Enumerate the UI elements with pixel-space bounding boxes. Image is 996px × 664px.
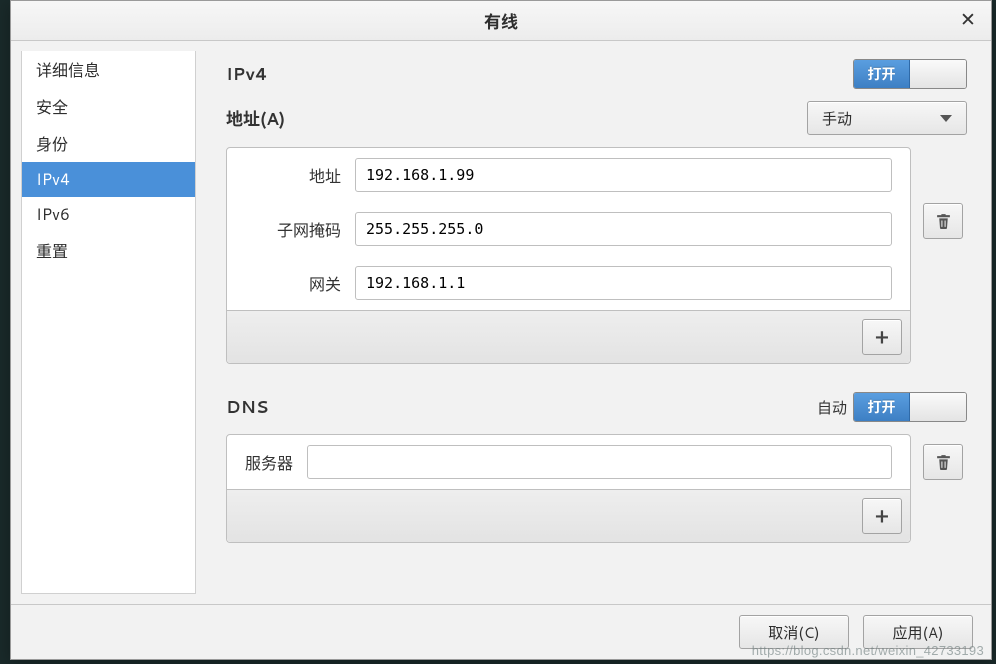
address-field-row: 地址 [227,148,910,202]
ipv4-toggle[interactable]: 打开 [853,59,967,89]
main-panel: IPv4 打开 地址(A) 手动 [196,41,991,604]
dns-toggle[interactable]: 打开 [853,392,967,422]
plus-icon: + [875,323,889,351]
netmask-input[interactable] [355,212,892,246]
sidebar-item-identity[interactable]: 身份 [22,125,195,162]
dns-server-label: 服务器 [245,450,293,475]
gateway-label: 网关 [245,271,341,296]
plus-icon: + [875,502,889,530]
dns-toggle-off-side [910,393,966,421]
close-icon[interactable]: ✕ [957,9,979,31]
sidebar-item-security[interactable]: 安全 [22,88,195,125]
titlebar: 有线 ✕ [11,1,991,41]
address-input[interactable] [355,158,892,192]
sidebar-item-ipv4[interactable]: IPv4 [22,162,195,197]
dns-heading: DNS [226,395,268,419]
sidebar-item-details[interactable]: 详细信息 [22,51,195,88]
netmask-field-row: 子网掩码 [227,202,910,256]
gateway-input[interactable] [355,266,892,300]
sidebar-item-reset[interactable]: 重置 [22,232,195,269]
ipv4-header-row: IPv4 打开 [226,59,967,89]
ipv4-heading: IPv4 [226,62,268,86]
dns-auto-label: 自动 [817,397,847,418]
address-mode-row: 地址(A) 手动 [226,101,967,135]
dns-card-footer: + [227,489,910,542]
delete-dns-button[interactable] [923,444,963,480]
sidebar: 详细信息 安全 身份 IPv4 IPv6 重置 [21,51,196,594]
dns-toggle-on-label: 打开 [854,393,910,421]
address-mode-value: 手动 [822,108,852,129]
gateway-field-row: 网关 [227,256,910,310]
trash-icon [935,213,952,230]
delete-address-button[interactable] [923,203,963,239]
dns-header-row: DNS 自动 打开 [226,392,967,422]
add-dns-button[interactable]: + [862,498,902,534]
window-title: 有线 [484,8,518,34]
ipv4-toggle-off-side [910,60,966,88]
dns-card: 服务器 + [226,434,911,543]
watermark-text: https://blog.csdn.net/weixin_42733193 [752,643,984,658]
chevron-down-icon [940,115,952,122]
dns-server-input[interactable] [307,445,892,479]
address-label: 地址 [245,163,341,188]
address-section-label: 地址(A) [226,105,285,131]
trash-icon [935,454,952,471]
window-content: 详细信息 安全 身份 IPv4 IPv6 重置 IPv4 打开 [11,41,991,604]
dns-server-row: 服务器 [227,435,910,489]
ipv4-toggle-on-label: 打开 [854,60,910,88]
network-settings-window: 有线 ✕ 详细信息 安全 身份 IPv4 IPv6 重置 IPv4 打开 [10,0,992,660]
sidebar-item-ipv6[interactable]: IPv6 [22,197,195,232]
netmask-label: 子网掩码 [245,217,341,242]
address-card: 地址 子网掩码 网关 + [226,147,911,364]
address-card-footer: + [227,310,910,363]
add-address-button[interactable]: + [862,319,902,355]
address-mode-select[interactable]: 手动 [807,101,967,135]
